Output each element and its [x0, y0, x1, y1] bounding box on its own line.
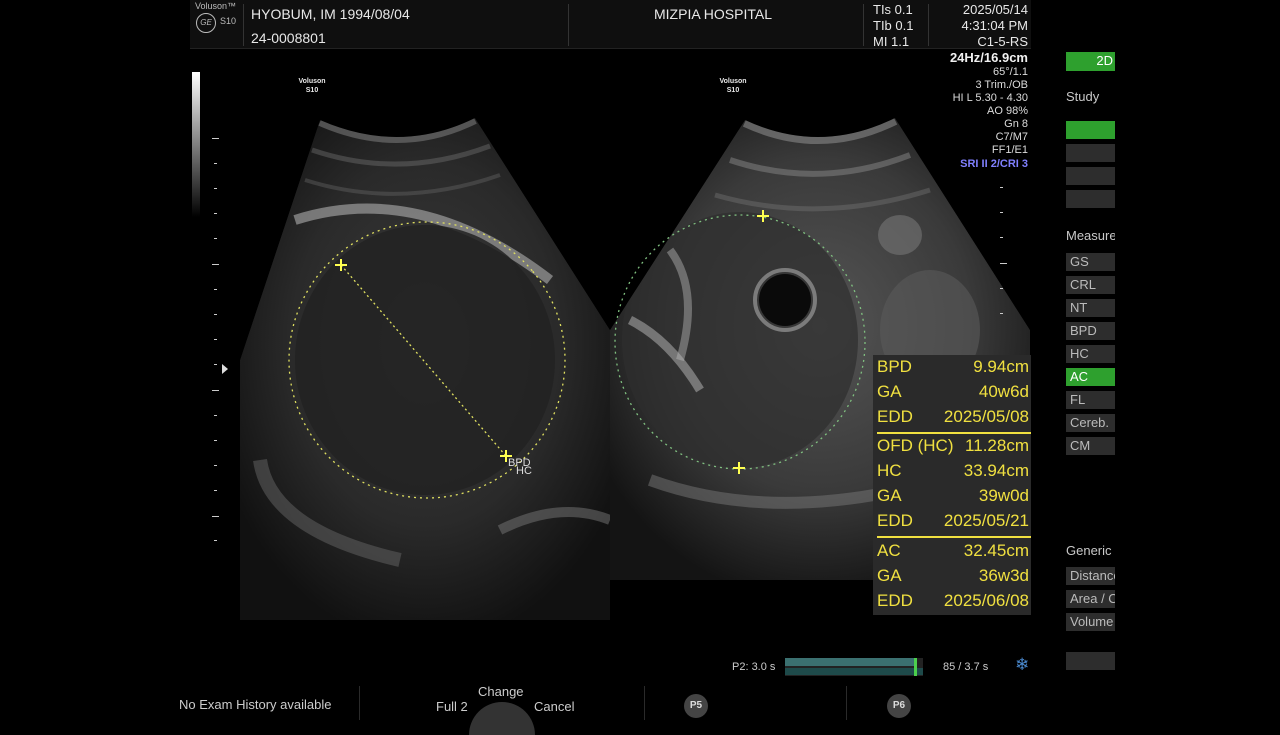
- left-ultrasound-image: [240, 118, 610, 620]
- model-label: S10: [220, 16, 237, 26]
- measurement-row: GA 36w3d: [877, 566, 1029, 585]
- measurement-row: EDD 2025/05/08: [877, 407, 1029, 426]
- patient-name: HYOBUM, IM 1994/08/04: [251, 6, 410, 22]
- measurement-row: HC 33.94cm: [877, 461, 1029, 480]
- cine-position-marker[interactable]: [914, 658, 918, 676]
- ge-logo-icon: GE: [196, 13, 216, 33]
- generic-item-distance[interactable]: Distance: [1066, 567, 1115, 585]
- measure-item-gs[interactable]: GS: [1066, 253, 1115, 271]
- measurement-divider: [877, 536, 1031, 538]
- measurement-row: EDD 2025/06/08: [877, 591, 1029, 610]
- image-label-left: Voluson S10: [298, 78, 326, 94]
- trackball-dial-icon[interactable]: [469, 702, 535, 735]
- measurement-row: EDD 2025/05/21: [877, 511, 1029, 530]
- measure-item-crl[interactable]: CRL: [1066, 276, 1115, 294]
- caliper-label-hc: HC: [516, 465, 532, 477]
- hospital-name: MIZPIA HOSPITAL: [654, 6, 772, 22]
- change-label[interactable]: Change: [478, 684, 524, 699]
- measurement-row: GA 40w6d: [877, 382, 1029, 401]
- full-2-label[interactable]: Full 2: [436, 699, 468, 714]
- exam-history-status: No Exam History available: [179, 697, 332, 712]
- patient-id: 24-0008801: [251, 30, 326, 46]
- study-slot-3[interactable]: [1066, 167, 1115, 185]
- brand-label: Voluson™: [195, 1, 237, 11]
- generic-slot-empty[interactable]: [1066, 652, 1115, 670]
- measure-item-nt[interactable]: NT: [1066, 299, 1115, 317]
- measurement-row: BPD 9.94cm: [877, 357, 1029, 376]
- generic-label: Generic: [1066, 543, 1112, 558]
- measurement-row: AC 32.45cm: [877, 541, 1029, 560]
- probe-name: C1-5-RS: [977, 34, 1028, 49]
- cine-p2-label: P2: 3.0 s: [732, 661, 776, 673]
- p6-button[interactable]: P6: [887, 694, 911, 718]
- tis-value: TIs 0.1: [873, 2, 913, 17]
- exam-time: 4:31:04 PM: [961, 18, 1029, 33]
- p5-button[interactable]: P5: [684, 694, 708, 718]
- cancel-label[interactable]: Cancel: [534, 699, 574, 714]
- measure-item-hc[interactable]: HC: [1066, 345, 1115, 363]
- mi-value: MI 1.1: [873, 34, 910, 49]
- generic-item-area[interactable]: Area / Circ.: [1066, 590, 1115, 608]
- measurement-row: GA 39w0d: [877, 486, 1029, 505]
- measure-item-ac[interactable]: AC: [1066, 368, 1115, 386]
- mode-2d-button[interactable]: 2D: [1066, 52, 1115, 71]
- freeze-snowflake-icon[interactable]: ❄: [1015, 655, 1029, 675]
- study-slot-1[interactable]: [1066, 121, 1115, 139]
- cine-progress-fill: [785, 658, 918, 666]
- cine-progress-track[interactable]: [785, 658, 923, 676]
- cine-counter: 85 / 3.7 s: [943, 661, 989, 673]
- measurement-row: OFD (HC) 11.28cm: [877, 436, 1029, 455]
- measurement-results-panel: BPD 9.94cm GA 40w6d EDD 2025/05/08 OFD (HC)…: [873, 355, 1031, 615]
- measure-item-cereb[interactable]: Cereb.: [1066, 414, 1115, 432]
- study-slot-4[interactable]: [1066, 190, 1115, 208]
- image-label-right: Voluson S10: [719, 78, 747, 94]
- measure-label: Measure: [1066, 228, 1115, 243]
- generic-item-volume[interactable]: Volume: [1066, 613, 1115, 631]
- grayscale-bar: [192, 72, 200, 217]
- study-label: Study: [1066, 89, 1100, 104]
- measure-item-fl[interactable]: FL: [1066, 391, 1115, 409]
- tib-value: TIb 0.1: [873, 18, 914, 33]
- study-slot-2[interactable]: [1066, 144, 1115, 162]
- measure-item-cm[interactable]: CM: [1066, 437, 1115, 455]
- exam-date: 2025/05/14: [962, 2, 1028, 17]
- measure-item-bpd[interactable]: BPD: [1066, 322, 1115, 340]
